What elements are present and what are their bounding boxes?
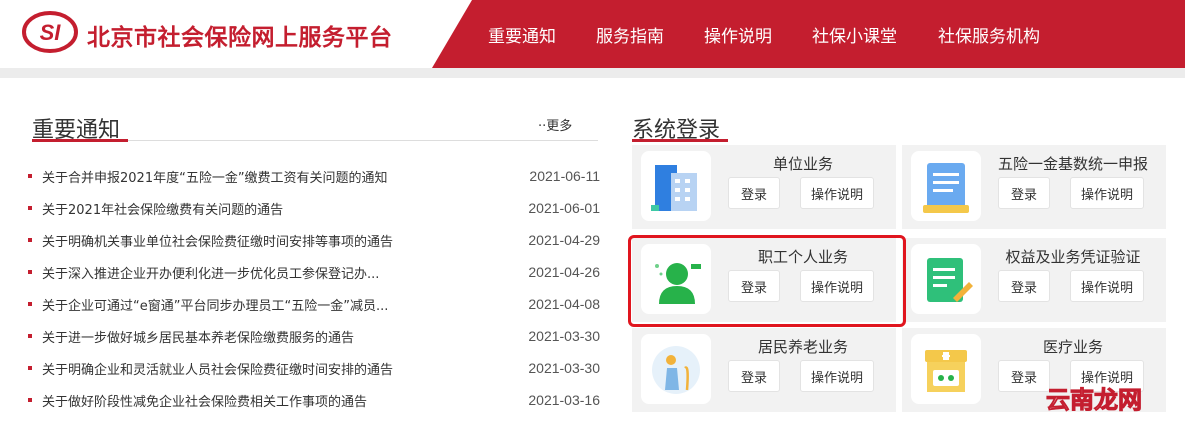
service-title: 居民养老业务 — [757, 338, 848, 356]
nav-operation-guide[interactable]: 操作说明 — [704, 22, 772, 47]
guide-button[interactable]: 操作说明 — [800, 177, 874, 209]
site-title[interactable]: 北京市社会保险网上服务平台 — [87, 18, 393, 52]
bullet-icon — [28, 334, 32, 338]
notice-date: 2021-03-30 — [528, 360, 600, 376]
service-card-certificate-verify: 权益及业务凭证验证 登录 操作说明 — [902, 238, 1166, 322]
certificate-edit-icon — [911, 244, 981, 314]
bullet-icon — [28, 302, 32, 306]
notice-title[interactable]: 关于深入推进企业开办便利化进一步优化员工参保登记办... — [42, 263, 482, 282]
notice-title[interactable]: 关于进一步做好城乡居民基本养老保险缴费服务的通告 — [42, 327, 482, 346]
pharmacy-icon — [911, 334, 981, 404]
notice-title[interactable]: 关于做好阶段性减免企业社会保险费相关工作事项的通告 — [42, 391, 482, 410]
notice-item[interactable]: 关于明确企业和灵活就业人员社会保险费征缴时间安排的通告 2021-03-30 — [28, 352, 600, 384]
bullet-icon — [28, 398, 32, 402]
service-card-resident-pension: 居民养老业务 登录 操作说明 — [632, 328, 896, 412]
si-logo-icon[interactable]: SI — [22, 10, 78, 54]
service-title: 五险一金基数统一申报 — [997, 155, 1148, 173]
annotation-highlight-box — [628, 235, 906, 327]
more-link[interactable]: ··更多 — [538, 115, 572, 134]
notice-item[interactable]: 关于2021年社会保险缴费有关问题的通告 2021-06-01 — [28, 192, 600, 224]
notice-date: 2021-06-11 — [529, 168, 600, 184]
bullet-icon — [28, 366, 32, 370]
notices-title-underline — [32, 139, 128, 142]
nav-service-guide[interactable]: 服务指南 — [596, 22, 664, 47]
notice-date: 2021-04-08 — [528, 296, 600, 312]
notice-item[interactable]: 关于明确机关事业单位社会保险费征缴时间安排等事项的通告 2021-04-29 — [28, 224, 600, 256]
login-button[interactable]: 登录 — [998, 360, 1050, 392]
notice-title[interactable]: 关于企业可通过“e窗通”平台同步办理员工“五险一金”减员... — [42, 295, 482, 314]
bullet-icon — [28, 174, 32, 178]
nav-important-notices[interactable]: 重要通知 — [488, 22, 556, 47]
service-title: 医疗业务 — [1042, 338, 1103, 356]
guide-button[interactable]: 操作说明 — [1070, 270, 1144, 302]
service-title: 单位业务 — [772, 155, 833, 173]
notice-item[interactable]: 关于合并申报2021年度“五险一金”缴费工资有关问题的通知 2021-06-11 — [28, 160, 600, 192]
login-button[interactable]: 登录 — [728, 177, 780, 209]
watermark: 云南龙网 — [1046, 386, 1143, 415]
building-icon — [641, 151, 711, 221]
notice-title[interactable]: 关于2021年社会保险缴费有关问题的通告 — [42, 199, 482, 218]
login-button[interactable]: 登录 — [728, 360, 780, 392]
document-icon — [911, 151, 981, 221]
notice-title[interactable]: 关于合并申报2021年度“五险一金”缴费工资有关问题的通知 — [42, 167, 482, 186]
service-card-unit: 单位业务 登录 操作说明 — [632, 145, 896, 229]
nav-social-security-class[interactable]: 社保小课堂 — [812, 22, 897, 47]
notice-date: 2021-03-30 — [528, 328, 600, 344]
notice-item[interactable]: 关于企业可通过“e窗通”平台同步办理员工“五险一金”减员... 2021-04-0… — [28, 288, 600, 320]
notice-date: 2021-03-16 — [528, 392, 600, 408]
notice-date: 2021-06-01 — [528, 200, 600, 216]
header-divider — [0, 68, 1185, 78]
notice-date: 2021-04-26 — [528, 264, 600, 280]
login-button[interactable]: 登录 — [998, 177, 1050, 209]
nav-service-agencies[interactable]: 社保服务机构 — [938, 22, 1040, 47]
notice-item[interactable]: 关于进一步做好城乡居民基本养老保险缴费服务的通告 2021-03-30 — [28, 320, 600, 352]
bullet-icon — [28, 270, 32, 274]
login-button[interactable]: 登录 — [998, 270, 1050, 302]
site-header: SI 北京市社会保险网上服务平台 重要通知 服务指南 操作说明 社保小课堂 社保… — [0, 0, 1185, 68]
notice-title[interactable]: 关于明确机关事业单位社会保险费征缴时间安排等事项的通告 — [42, 231, 482, 250]
bullet-icon — [28, 206, 32, 210]
guide-button[interactable]: 操作说明 — [800, 360, 874, 392]
service-title: 权益及业务凭证验证 — [1005, 248, 1141, 266]
service-card-base-declaration: 五险一金基数统一申报 登录 操作说明 — [902, 145, 1166, 229]
guide-button[interactable]: 操作说明 — [1070, 177, 1144, 209]
notice-list: 关于合并申报2021年度“五险一金”缴费工资有关问题的通知 2021-06-11 … — [28, 160, 600, 416]
svg-text:SI: SI — [40, 20, 62, 45]
elderly-icon — [641, 334, 711, 404]
notice-title[interactable]: 关于明确企业和灵活就业人员社会保险费征缴时间安排的通告 — [42, 359, 482, 378]
notice-date: 2021-04-29 — [528, 232, 600, 248]
bullet-icon — [28, 238, 32, 242]
login-title-underline — [632, 139, 728, 142]
notice-item[interactable]: 关于做好阶段性减免企业社会保险费相关工作事项的通告 2021-03-16 — [28, 384, 600, 416]
notice-item[interactable]: 关于深入推进企业开办便利化进一步优化员工参保登记办... 2021-04-26 — [28, 256, 600, 288]
